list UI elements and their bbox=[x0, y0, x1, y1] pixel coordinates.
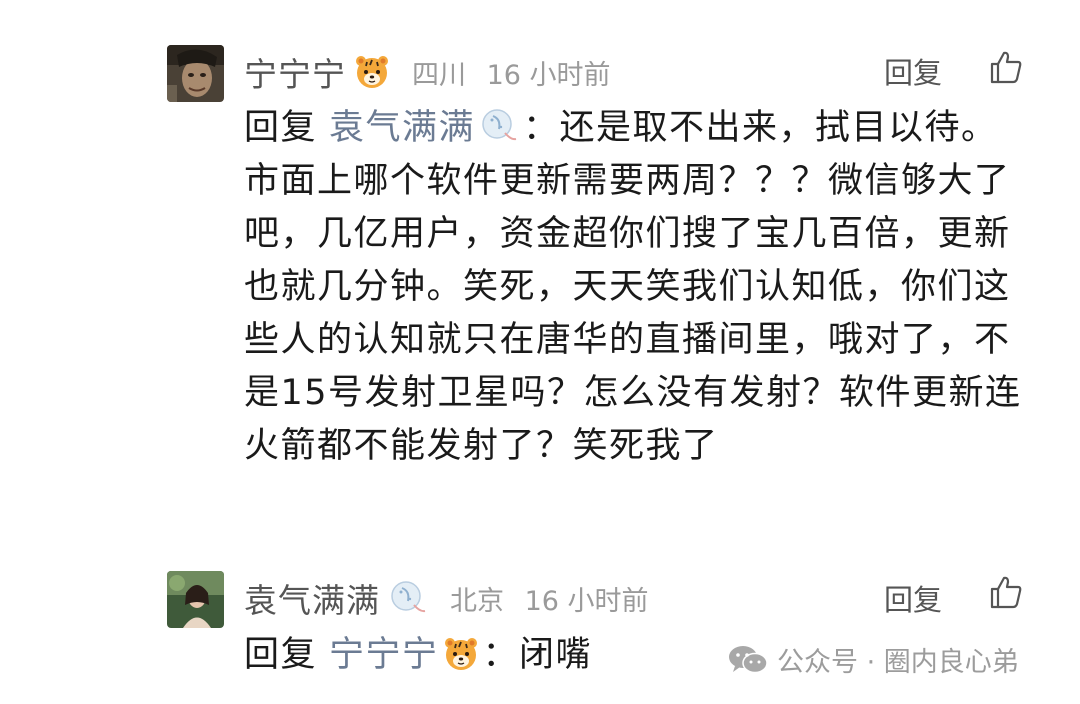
thumbs-up-icon[interactable] bbox=[988, 49, 1024, 85]
comment-meta: 北京 16 小时前 bbox=[450, 579, 649, 618]
comment-body: 回复 袁气满满 ：还是取不出来，拭目以待。市面上哪个软件更新需要两周？？？微信够大… bbox=[244, 102, 1034, 473]
comment-meta: 四川 16 小时前 bbox=[412, 53, 611, 92]
tiger-icon bbox=[443, 635, 479, 671]
reply-target-username[interactable]: 袁气满满 bbox=[329, 108, 475, 148]
location: 北京 bbox=[450, 585, 504, 617]
reply-prefix: 回复 bbox=[244, 635, 318, 675]
reply-button[interactable]: 回复 bbox=[884, 50, 942, 92]
watermark: 公众号 · 圈内良心弟 bbox=[727, 640, 1019, 679]
moon-icon bbox=[388, 579, 428, 617]
reply-target-username[interactable]: 宁宁宁 bbox=[329, 635, 439, 675]
comment-text: ：还是取不出来，拭目以待。市面上哪个软件更新需要两周？？？微信够大了吧，几亿用户… bbox=[244, 108, 1022, 466]
watermark-text: 公众号 · 圈内良心弟 bbox=[777, 647, 1019, 678]
thumbs-up-icon[interactable] bbox=[988, 574, 1024, 610]
reply-prefix: 回复 bbox=[244, 108, 318, 148]
tiger-icon bbox=[354, 54, 390, 90]
wechat-icon bbox=[727, 643, 769, 677]
location: 四川 bbox=[412, 59, 466, 91]
username[interactable]: 宁宁宁 bbox=[244, 48, 346, 96]
moon-icon bbox=[479, 107, 519, 145]
comment-header: 袁气满满 北京 16 小时前 bbox=[244, 574, 649, 622]
avatar[interactable] bbox=[167, 45, 224, 102]
comment-text: ：闭嘴 bbox=[482, 635, 593, 675]
reply-button[interactable]: 回复 bbox=[884, 577, 942, 619]
timestamp: 16 小时前 bbox=[486, 59, 611, 91]
timestamp: 16 小时前 bbox=[524, 585, 649, 617]
avatar[interactable] bbox=[167, 571, 224, 628]
username[interactable]: 袁气满满 bbox=[244, 574, 380, 622]
comment-header: 宁宁宁 四川 16 小时前 bbox=[244, 48, 611, 96]
